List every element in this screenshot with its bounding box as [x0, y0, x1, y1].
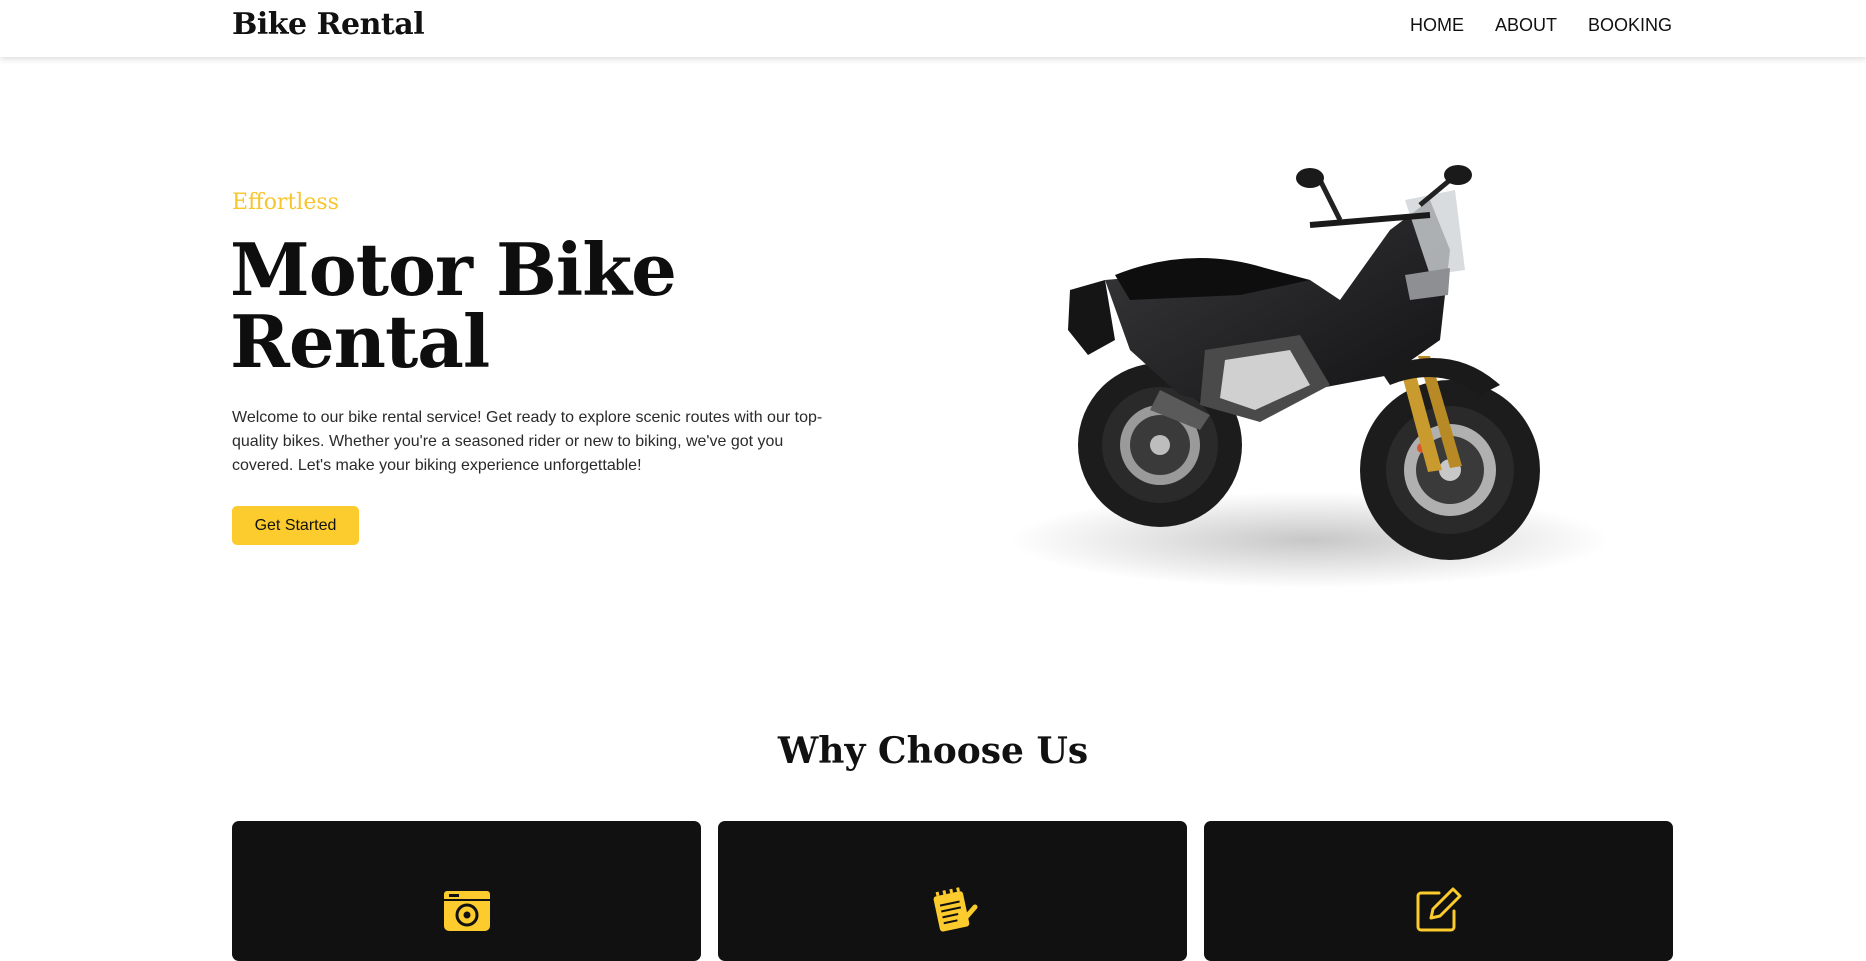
wallet-icon	[443, 891, 490, 931]
why-choose-us-title: Why Choose Us	[777, 730, 1089, 772]
get-started-button[interactable]: Get Started	[232, 506, 359, 545]
nav-home-link[interactable]: HOME	[1410, 15, 1464, 36]
nav-about-link[interactable]: ABOUT	[1495, 15, 1557, 36]
site-header: Bike Rental HOME ABOUT BOOKING	[0, 0, 1866, 57]
feature-card	[1204, 821, 1673, 961]
motorbike-image	[1010, 165, 1610, 588]
feature-card	[718, 821, 1187, 961]
main-nav: HOME ABOUT BOOKING	[1410, 15, 1672, 36]
hero-title: Motor Bike Rental	[230, 227, 677, 384]
hero-eyebrow: Effortless	[232, 190, 339, 215]
feature-card	[232, 821, 701, 961]
features-cards	[232, 821, 1673, 961]
notepad-icon	[933, 887, 977, 932]
nav-booking-link[interactable]: BOOKING	[1588, 15, 1672, 36]
hero-description: Welcome to our bike rental service! Get …	[232, 409, 823, 474]
edit-icon	[1416, 887, 1461, 932]
brand-logo[interactable]: Bike Rental	[232, 7, 425, 42]
